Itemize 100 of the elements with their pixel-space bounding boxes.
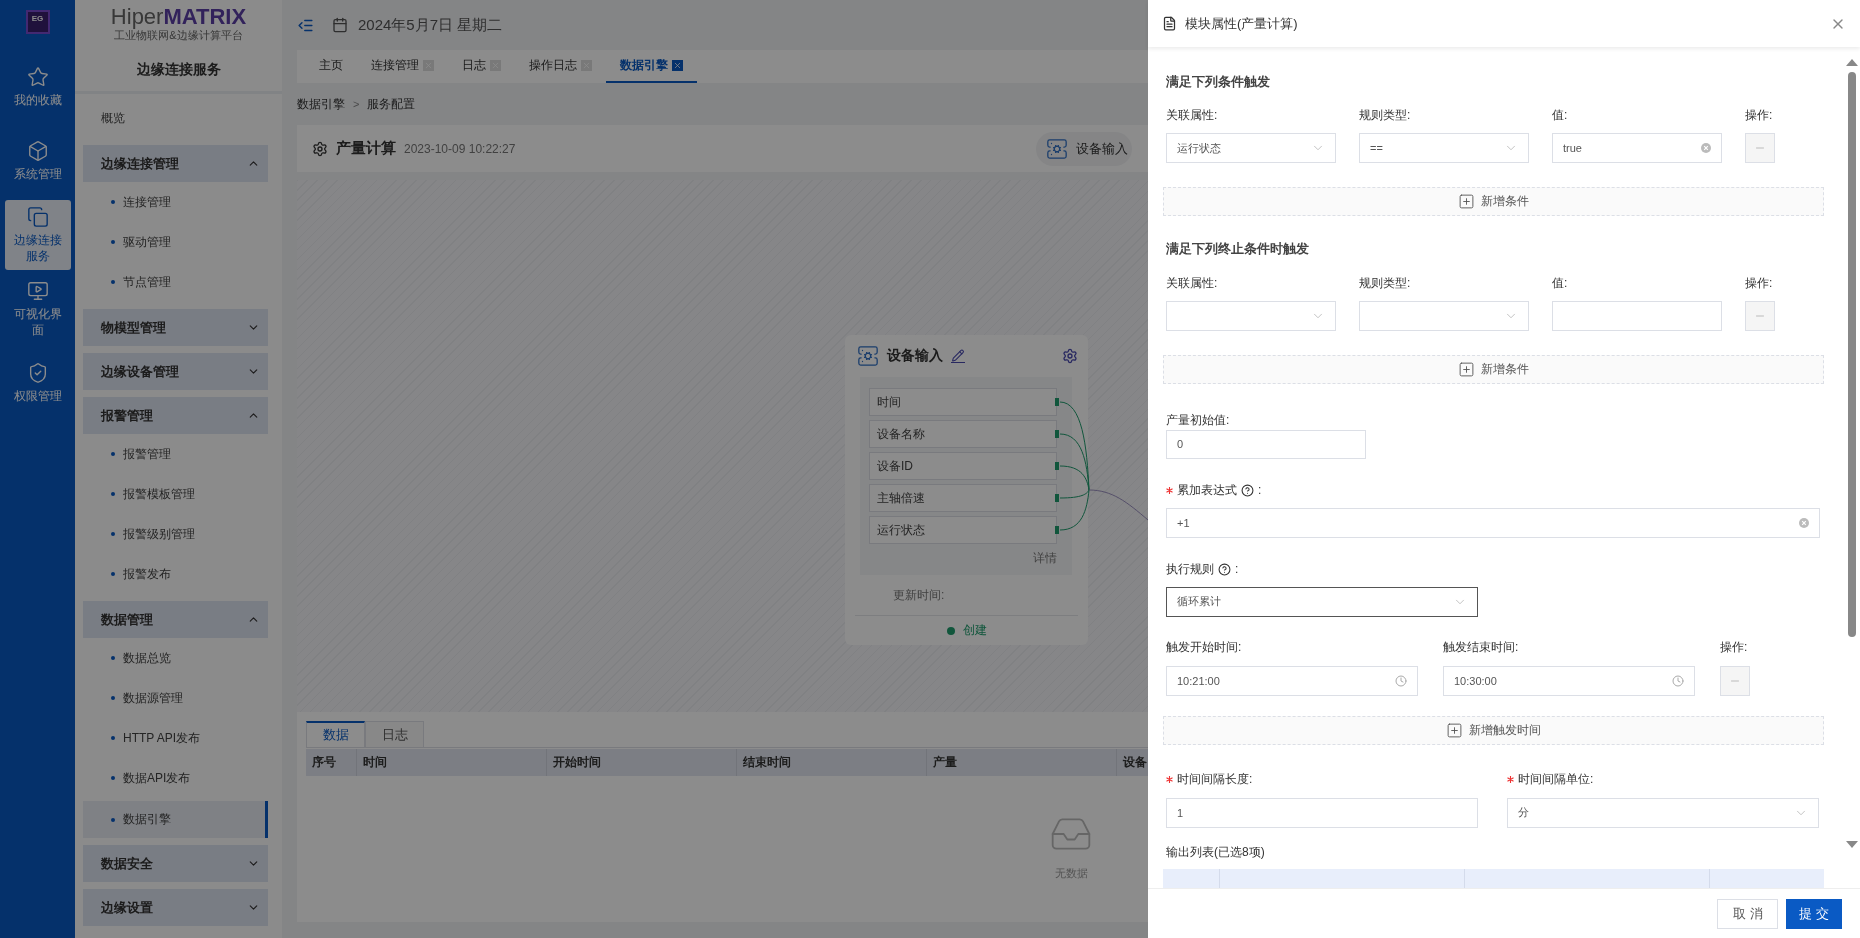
sidebar-link[interactable]: 概览 <box>83 98 268 138</box>
select-field[interactable]: 运行状态 <box>1166 133 1336 164</box>
module-time: 2023-10-09 10:22:27 <box>404 141 516 156</box>
sidebar-item[interactable]: HTTP API发布 <box>83 718 268 758</box>
input-field[interactable] <box>1552 301 1722 332</box>
breadcrumb-item[interactable]: 数据引擎 <box>297 95 345 113</box>
page-tab[interactable]: 数据引擎 <box>606 50 697 83</box>
port-handle[interactable] <box>1055 526 1059 534</box>
sidebar-group[interactable]: 数据安全 <box>83 845 268 882</box>
input-field[interactable]: 1 <box>1166 797 1478 828</box>
bullet-icon <box>111 572 115 576</box>
sidebar-group[interactable]: 边缘设备管理 <box>83 353 268 390</box>
brand-name: HiperMATRIX <box>110 5 247 28</box>
node-card[interactable]: 设备输入 时间 设备名称 设备ID 主轴倍速 运行状态 详情 更新时间: 创建 <box>845 335 1088 645</box>
clock-icon <box>1672 674 1684 687</box>
time-field[interactable]: 10:30:00 <box>1443 665 1695 696</box>
clear-icon[interactable] <box>1701 143 1711 154</box>
input-value: +1 <box>1177 516 1190 529</box>
sidebar-item[interactable]: 连接管理 <box>83 182 268 222</box>
edit-icon[interactable] <box>951 349 965 363</box>
current-date: 2024年5月7日 星期二 <box>358 15 503 35</box>
rail-item-label: 可视化界面 <box>12 306 63 338</box>
rail-item[interactable]: 边缘连接服务 <box>4 200 71 270</box>
panel-tab[interactable]: 日志 <box>365 721 424 748</box>
link-line <box>1088 489 1148 521</box>
settings-icon[interactable] <box>312 140 328 157</box>
clock-icon <box>1395 674 1407 687</box>
help-icon[interactable] <box>1218 562 1231 576</box>
remove-button[interactable] <box>1720 665 1750 696</box>
server-icon <box>1046 137 1069 160</box>
select-field[interactable]: == <box>1359 133 1529 164</box>
sidebar-item[interactable]: 报警级别管理 <box>83 514 268 554</box>
sidebar-group[interactable]: 边缘设置 <box>83 889 268 926</box>
port-handle[interactable] <box>1055 430 1059 438</box>
panel-tab[interactable]: 数据 <box>306 721 365 748</box>
remove-button[interactable] <box>1745 301 1775 332</box>
close-icon[interactable] <box>672 60 683 71</box>
port-handle[interactable] <box>1055 494 1059 502</box>
breadcrumb-item[interactable]: 服务配置 <box>367 95 416 113</box>
rail-item[interactable]: 权限管理 <box>4 348 71 418</box>
page-tab[interactable]: 日志 <box>448 50 515 83</box>
page-tab[interactable]: 连接管理 <box>357 50 448 83</box>
add-condition-button[interactable]: 新增条件 <box>1163 355 1824 384</box>
group-label: 边缘连接管理 <box>101 154 179 173</box>
rail-item-label: 系统管理 <box>12 166 63 182</box>
sidebar-item[interactable]: 报警模板管理 <box>83 474 268 514</box>
submit-button[interactable]: 提交 <box>1786 898 1842 929</box>
bullet-icon <box>111 200 115 204</box>
settings-icon[interactable] <box>1062 348 1078 364</box>
input-value: 0 <box>1177 438 1184 451</box>
remove-button[interactable] <box>1745 133 1775 164</box>
time-field[interactable]: 10:21:00 <box>1166 665 1418 696</box>
select-field[interactable]: 循环累计 <box>1166 586 1478 617</box>
sidebar-item[interactable]: 数据总览 <box>83 638 268 678</box>
clear-icon[interactable] <box>1799 517 1809 528</box>
rail-item[interactable]: 可视化界面 <box>4 274 71 344</box>
cancel-button[interactable]: 取消 <box>1717 898 1778 929</box>
sidebar-group[interactable]: 报警管理 <box>83 397 268 434</box>
rail-item-icon <box>26 140 49 162</box>
rail-item[interactable]: 我的收藏 <box>4 52 71 122</box>
sidebar-item[interactable]: 驱动管理 <box>83 222 268 262</box>
port-handle[interactable] <box>1055 462 1059 470</box>
detail-link[interactable]: 详情 <box>1033 550 1057 570</box>
sidebar-item[interactable]: 节点管理 <box>83 262 268 302</box>
sidebar-item[interactable]: 数据引擎 <box>83 801 268 838</box>
sidebar-group[interactable]: 物模型管理 <box>83 309 268 346</box>
scroll-down-icon[interactable] <box>1846 841 1858 848</box>
label-text: 时间间隔长度: <box>1177 771 1253 789</box>
select-field[interactable]: 分 <box>1507 797 1819 828</box>
select-field[interactable] <box>1166 301 1336 332</box>
scrollbar-thumb[interactable] <box>1848 72 1856 637</box>
sidebar-item[interactable]: 报警发布 <box>83 554 268 594</box>
label-text: 时间间隔单位: <box>1518 771 1594 789</box>
sidebar-item[interactable]: 报警管理 <box>83 434 268 474</box>
scroll-up-icon[interactable] <box>1846 59 1858 66</box>
field-row: 运行状态 <box>869 516 1057 544</box>
modal-overlay[interactable] <box>0 0 1148 938</box>
sidebar-item[interactable]: 数据API发布 <box>83 758 268 798</box>
add-time-button[interactable]: 新增触发时间 <box>1163 715 1824 745</box>
sidebar-group[interactable]: 数据管理 <box>83 601 268 638</box>
input-field[interactable]: true <box>1552 133 1722 164</box>
add-condition-button[interactable]: 新增条件 <box>1163 187 1824 216</box>
input-field[interactable]: +1 <box>1166 507 1820 538</box>
select-value: == <box>1370 142 1383 155</box>
port-handle[interactable] <box>1055 398 1059 406</box>
column-header: 序号 <box>311 754 337 771</box>
column-label: 操作: <box>1720 639 1749 657</box>
item-label: 节点管理 <box>123 273 171 291</box>
input-field[interactable]: 0 <box>1166 429 1366 459</box>
rail-item[interactable]: 系统管理 <box>4 126 71 196</box>
sidebar-item[interactable]: 数据源管理 <box>83 678 268 718</box>
device-input-button[interactable]: 设备输入 <box>1036 131 1133 166</box>
column-label: 触发开始时间: <box>1166 639 1243 657</box>
page-tab[interactable]: 操作日志 <box>515 50 606 83</box>
help-icon[interactable] <box>1241 483 1254 497</box>
select-field[interactable] <box>1359 301 1529 332</box>
sidebar-group[interactable]: 边缘连接管理 <box>83 145 268 182</box>
page-tab[interactable]: 主页 <box>305 50 357 83</box>
output-list-label: 输出列表(已选8项) <box>1166 843 1266 861</box>
breadcrumb-separator: > <box>353 98 360 110</box>
